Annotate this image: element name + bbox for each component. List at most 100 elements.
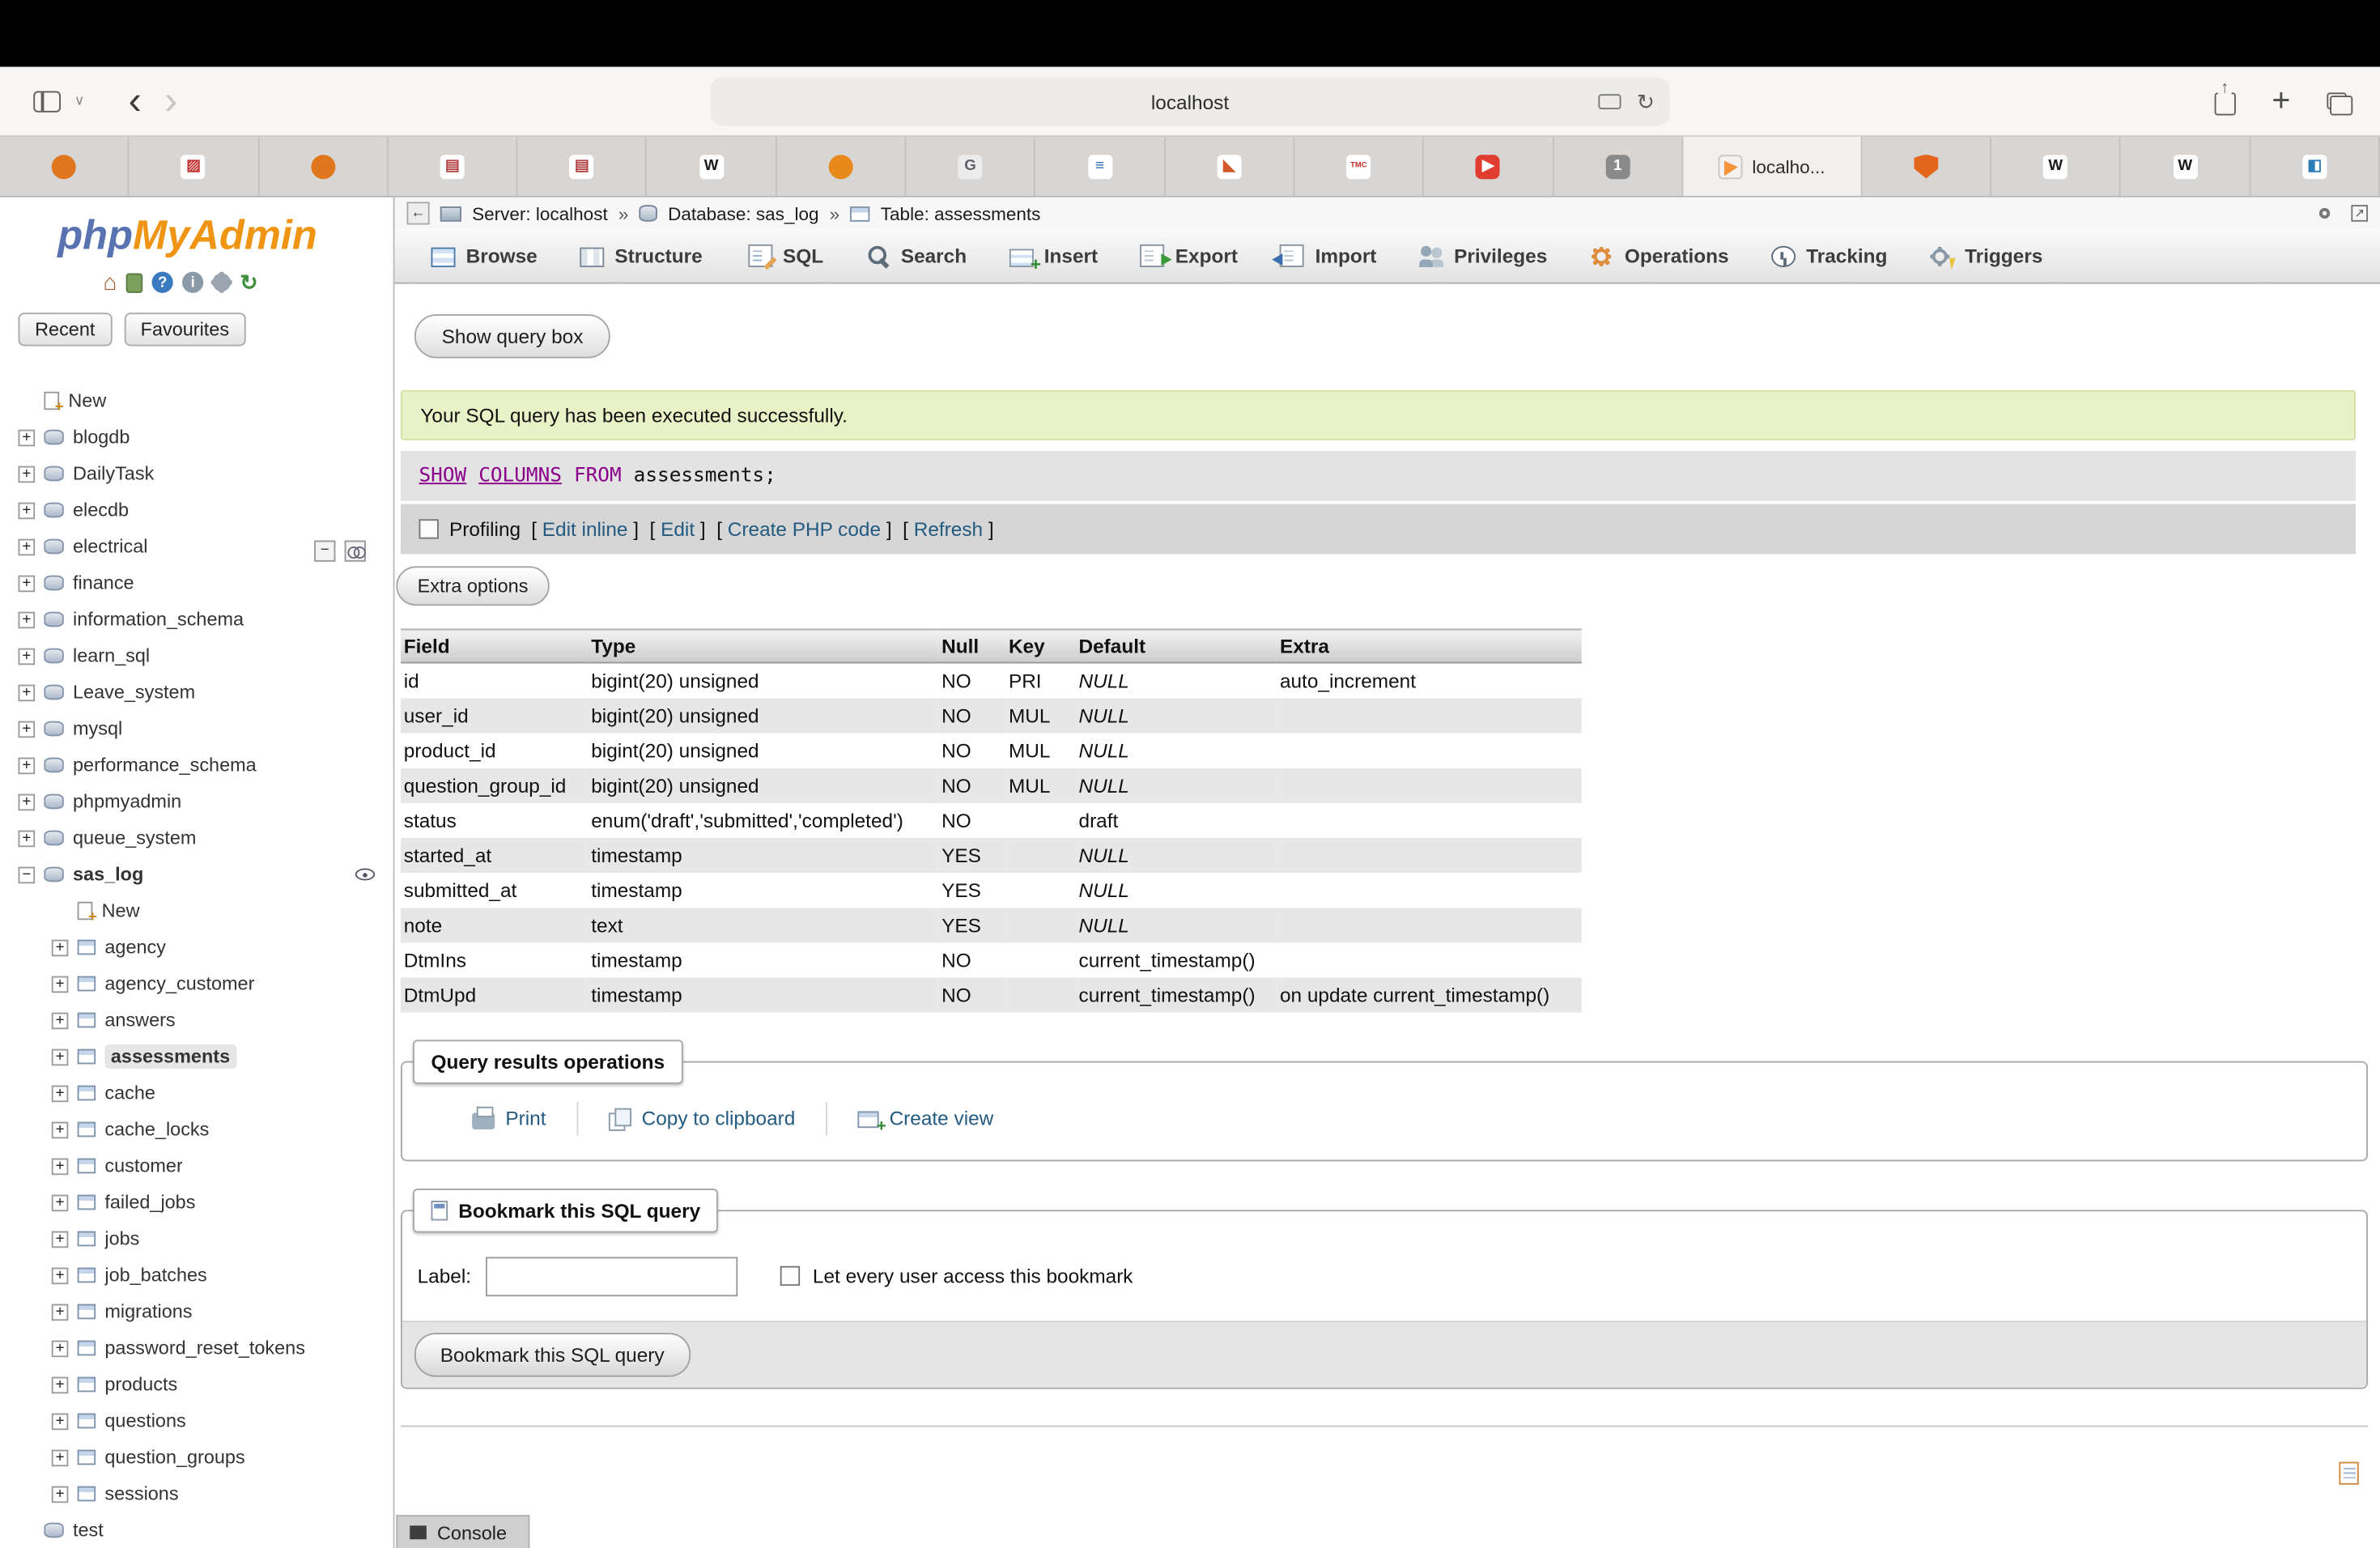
tree-item-elecdb[interactable]: +elecdb bbox=[0, 492, 393, 529]
expand-icon[interactable]: + bbox=[19, 793, 36, 810]
browser-tab[interactable]: W bbox=[2121, 137, 2250, 196]
tree-item-migrations[interactable]: +migrations bbox=[0, 1294, 393, 1330]
bookmark-shared-checkbox[interactable] bbox=[781, 1266, 801, 1286]
tree-item-dailytask[interactable]: +DailyTask bbox=[0, 456, 393, 492]
tree-item-leave-system[interactable]: +Leave_system bbox=[0, 674, 393, 711]
tree-item-question-groups[interactable]: +question_groups bbox=[0, 1440, 393, 1476]
help-icon[interactable]: ? bbox=[152, 272, 173, 293]
tree-item-cache-locks[interactable]: +cache_locks bbox=[0, 1112, 393, 1148]
tree-item-blogdb[interactable]: +blogdb bbox=[0, 419, 393, 456]
tree-item-test[interactable]: test bbox=[0, 1512, 393, 1548]
browser-tab[interactable]: 1 bbox=[1553, 137, 1683, 196]
refresh-icon[interactable]: ↻ bbox=[240, 270, 257, 296]
expand-icon[interactable]: + bbox=[19, 684, 36, 701]
expand-icon[interactable]: + bbox=[19, 648, 36, 665]
expand-icon[interactable]: + bbox=[52, 976, 69, 993]
tree-item-new[interactable]: New bbox=[0, 893, 393, 929]
bookmark-submit-button[interactable]: Bookmark this SQL query bbox=[414, 1332, 691, 1376]
expand-icon[interactable]: + bbox=[52, 1413, 69, 1430]
tab-sql[interactable]: SQL bbox=[724, 229, 845, 283]
back-button[interactable]: ‹ bbox=[129, 85, 142, 117]
collapse-all-icon[interactable]: − bbox=[314, 541, 335, 562]
tree-item-password-reset-tokens[interactable]: +password_reset_tokens bbox=[0, 1330, 393, 1367]
expand-icon[interactable]: + bbox=[52, 1158, 69, 1175]
browser-tab[interactable] bbox=[0, 137, 130, 196]
tree-item-jobs[interactable]: +jobs bbox=[0, 1221, 393, 1257]
print-button[interactable]: Print bbox=[442, 1107, 576, 1129]
expand-icon[interactable]: + bbox=[52, 1085, 69, 1102]
browser-tab[interactable] bbox=[259, 137, 389, 196]
browser-tab[interactable]: ▤ bbox=[518, 137, 648, 196]
tree-item-performance-schema[interactable]: +performance_schema bbox=[0, 747, 393, 784]
bookmark-label-input[interactable] bbox=[487, 1257, 738, 1296]
browser-tab[interactable]: W bbox=[648, 137, 777, 196]
new-tab-icon[interactable]: + bbox=[2272, 85, 2290, 117]
tab-overview-icon[interactable] bbox=[2327, 92, 2346, 109]
tab-insert[interactable]: Insert bbox=[988, 229, 1119, 283]
tree-item-phpmyadmin[interactable]: +phpmyadmin bbox=[0, 784, 393, 820]
tree-item-agency-customer[interactable]: +agency_customer bbox=[0, 966, 393, 1002]
tab-browse[interactable]: Browse bbox=[410, 229, 559, 283]
tree-item-products[interactable]: +products bbox=[0, 1367, 393, 1403]
reload-icon[interactable]: ↻ bbox=[1637, 89, 1655, 115]
browser-tab[interactable]: TMC bbox=[1294, 137, 1424, 196]
expand-icon[interactable]: + bbox=[19, 757, 36, 774]
extra-options-button[interactable]: Extra options bbox=[396, 566, 549, 606]
tree-item-information-schema[interactable]: +information_schema bbox=[0, 602, 393, 638]
tree-item-customer[interactable]: +customer bbox=[0, 1148, 393, 1184]
expand-icon[interactable]: + bbox=[52, 939, 69, 956]
expand-icon[interactable]: + bbox=[52, 1048, 69, 1065]
show-query-box-button[interactable]: Show query box bbox=[414, 314, 610, 358]
browser-tab[interactable] bbox=[777, 137, 907, 196]
expand-icon[interactable]: + bbox=[52, 1376, 69, 1393]
tree-item-assessments[interactable]: +assessments bbox=[0, 1039, 393, 1075]
logout-icon[interactable] bbox=[126, 273, 143, 292]
page-settings-icon[interactable] bbox=[2319, 208, 2330, 219]
browser-tab[interactable]: ▨ bbox=[130, 137, 259, 196]
profiling-link-edit[interactable]: Edit bbox=[661, 517, 695, 540]
expand-icon[interactable]: + bbox=[52, 1486, 69, 1503]
expand-icon[interactable]: + bbox=[19, 575, 36, 592]
breadcrumb-table[interactable]: Table: assessments bbox=[881, 202, 1041, 223]
expand-icon[interactable]: + bbox=[52, 1340, 69, 1357]
page-options-icon[interactable] bbox=[2339, 1462, 2358, 1485]
eye-icon[interactable] bbox=[355, 869, 375, 881]
expand-icon[interactable]: + bbox=[19, 429, 36, 446]
nav-back-button[interactable]: ← bbox=[407, 202, 430, 224]
address-bar[interactable]: localhost ↻ bbox=[711, 78, 1670, 126]
tab-structure[interactable]: Structure bbox=[559, 229, 724, 283]
breadcrumb-server[interactable]: Server: localhost bbox=[472, 202, 608, 223]
docs-icon[interactable]: i bbox=[182, 272, 203, 293]
tree-item-answers[interactable]: +answers bbox=[0, 1002, 393, 1039]
expand-icon[interactable]: + bbox=[19, 466, 36, 483]
sql-keyword[interactable]: COLUMNS bbox=[478, 465, 562, 487]
tab-export[interactable]: Export bbox=[1119, 229, 1259, 283]
tab-tracking[interactable]: Tracking bbox=[1750, 229, 1909, 283]
tree-item-cache[interactable]: +cache bbox=[0, 1075, 393, 1112]
tree-item-questions[interactable]: +questions bbox=[0, 1403, 393, 1440]
tab-import[interactable]: Import bbox=[1259, 229, 1397, 283]
link-panel-icon[interactable] bbox=[345, 541, 366, 562]
tree-item-new[interactable]: New bbox=[0, 383, 393, 419]
share-icon[interactable] bbox=[2214, 91, 2235, 114]
expand-icon[interactable]: + bbox=[52, 1194, 69, 1211]
profiling-checkbox[interactable] bbox=[419, 519, 439, 538]
favourites-button[interactable]: Favourites bbox=[124, 313, 246, 346]
home-icon[interactable]: ⌂ bbox=[104, 270, 117, 296]
tree-item-sessions[interactable]: +sessions bbox=[0, 1476, 393, 1512]
collapse-icon[interactable]: − bbox=[19, 866, 36, 883]
profiling-link-edit-inline[interactable]: Edit inline bbox=[542, 517, 628, 540]
profiling-link-refresh[interactable]: Refresh bbox=[914, 517, 983, 540]
browser-tab[interactable]: G bbox=[907, 137, 1036, 196]
expand-icon[interactable]: + bbox=[52, 1449, 69, 1466]
tree-item-learn-sql[interactable]: +learn_sql bbox=[0, 638, 393, 674]
tree-item-mysql[interactable]: +mysql bbox=[0, 711, 393, 747]
sidebar-toggle-icon[interactable] bbox=[33, 91, 61, 112]
tree-item-agency[interactable]: +agency bbox=[0, 929, 393, 966]
keyboard-icon[interactable] bbox=[1599, 94, 1621, 109]
copy-to-clipboard-button[interactable]: Copy to clipboard bbox=[578, 1107, 826, 1129]
expand-icon[interactable]: + bbox=[19, 830, 36, 847]
tree-item-job-batches[interactable]: +job_batches bbox=[0, 1257, 393, 1294]
settings-icon[interactable] bbox=[213, 274, 232, 292]
tree-item-failed-jobs[interactable]: +failed_jobs bbox=[0, 1184, 393, 1221]
